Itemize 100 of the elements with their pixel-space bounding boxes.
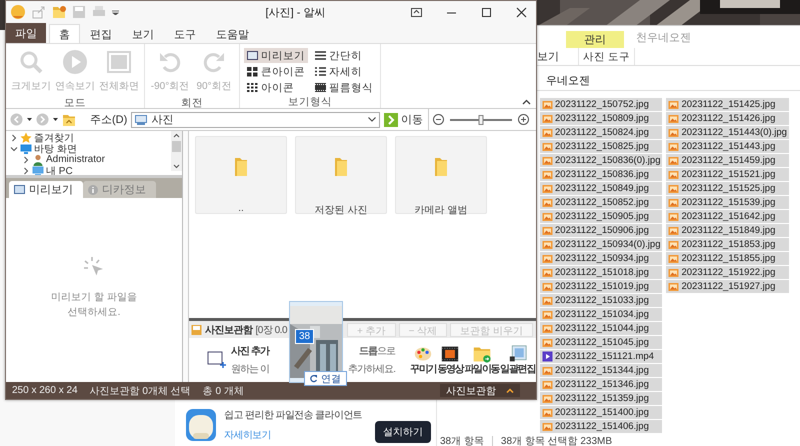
- address-label: 주소(D): [90, 113, 128, 127]
- file-item[interactable]: 20231122_150852.jpg: [540, 196, 662, 209]
- folder-tile[interactable]: ..: [195, 136, 287, 214]
- file-item[interactable]: 20231122_151400.jpg: [540, 406, 662, 419]
- expand-icon[interactable]: [10, 134, 18, 142]
- file-item[interactable]: 20231122_151018.jpg: [540, 266, 662, 279]
- file-item[interactable]: 20231122_151459.jpg: [666, 154, 789, 167]
- file-item[interactable]: 20231122_151642.jpg: [666, 210, 789, 223]
- tool-button[interactable]: 꾸미기: [410, 345, 436, 375]
- file-item[interactable]: 20231122_151044.jpg: [540, 322, 662, 335]
- view-option[interactable]: 간단히: [312, 48, 376, 63]
- file-item[interactable]: 20231122_151927.jpg: [666, 280, 789, 293]
- file-item[interactable]: 20231122_151019.jpg: [540, 280, 662, 293]
- new-folder-icon[interactable]: [52, 5, 66, 19]
- file-item[interactable]: 20231122_150905.jpg: [540, 210, 662, 223]
- file-item[interactable]: 20231122_151045.jpg: [540, 336, 662, 349]
- monitor-icon: [20, 142, 32, 154]
- file-item[interactable]: 20231122_151425.jpg: [666, 98, 789, 111]
- file-item[interactable]: 20231122_151521.jpg: [666, 168, 789, 181]
- file-item[interactable]: 20231122_150836.jpg: [540, 168, 662, 181]
- go-button[interactable]: 이동: [384, 109, 429, 130]
- file-item[interactable]: 20231122_150825.jpg: [540, 140, 662, 153]
- file-item[interactable]: 20231122_151855.jpg: [666, 252, 789, 265]
- file-item[interactable]: 20231122_150752.jpg: [540, 98, 662, 111]
- folder-tile[interactable]: 저장된 사진: [295, 136, 387, 214]
- file-item[interactable]: 20231122_150849.jpg: [540, 182, 662, 195]
- ribbon-tab[interactable]: 도구: [164, 24, 206, 43]
- view-option[interactable]: 미리보기: [244, 48, 308, 63]
- file-item[interactable]: 20231122_151443.jpg: [666, 140, 789, 153]
- chevron-up-icon: [506, 388, 514, 393]
- add-photo-icon[interactable]: [207, 351, 227, 369]
- window-title: [사진] - 알씨: [264, 6, 326, 20]
- file-item[interactable]: 20231122_150836(0).jpg: [540, 154, 662, 167]
- tree-item[interactable]: 내 PC: [46, 164, 73, 175]
- tree-item[interactable]: 바탕 화면: [34, 142, 77, 156]
- file-item[interactable]: 20231122_151525.jpg: [666, 182, 789, 195]
- tool-button[interactable]: 일괄편집: [500, 345, 535, 375]
- folder-up-icon[interactable]: [62, 113, 76, 126]
- zoom-in-icon[interactable]: [518, 114, 529, 125]
- file-item[interactable]: 20231122_151034.jpg: [540, 308, 662, 321]
- expand-icon[interactable]: [10, 144, 18, 152]
- image-file-icon: [542, 156, 553, 166]
- install-button[interactable]: 설치하기: [375, 420, 431, 442]
- view-option[interactable]: 자세히: [312, 64, 376, 79]
- image-file-icon: [668, 184, 680, 194]
- scrollbar[interactable]: [171, 131, 182, 171]
- expand-icon[interactable]: [22, 156, 30, 164]
- file-item[interactable]: 20231122_151853.jpg: [666, 238, 789, 251]
- file-item[interactable]: 20231122_151539.jpg: [666, 196, 789, 209]
- file-item[interactable]: 20231122_151346.jpg: [540, 378, 662, 391]
- tool-button[interactable]: 동영상: [437, 345, 464, 375]
- ribbon-tab[interactable]: 도움말: [206, 24, 259, 43]
- image-file-icon: [542, 380, 553, 390]
- dropdown-icon[interactable]: [368, 117, 376, 122]
- status-text: 사진보관함 0개체 선택: [90, 384, 191, 398]
- view-option[interactable]: 아이콘: [244, 80, 308, 95]
- pane-tab[interactable]: 미리보기: [9, 181, 83, 198]
- dropdown-icon[interactable]: [112, 10, 119, 14]
- zoom-out-icon[interactable]: [433, 114, 444, 125]
- image-file-icon: [668, 156, 680, 166]
- link-icon: [310, 374, 318, 383]
- dropdown-icon[interactable]: [53, 118, 58, 122]
- file-item[interactable]: 20231122_151406.jpg: [540, 420, 662, 433]
- ribbon-tab[interactable]: 보기: [122, 24, 164, 43]
- file-item[interactable]: 20231122_150809.jpg: [540, 112, 662, 125]
- slider-thumb[interactable]: [478, 114, 484, 124]
- collapse-icon[interactable]: [522, 99, 531, 105]
- ribbon-tab[interactable]: 편집: [80, 24, 122, 43]
- file-item[interactable]: 20231122_150934.jpg: [540, 252, 662, 265]
- dropdown-icon[interactable]: [27, 118, 32, 122]
- tool-button[interactable]: 파일이동: [464, 345, 500, 375]
- file-item[interactable]: 20231122_151359.jpg: [540, 392, 662, 405]
- file-item[interactable]: 20231122_151426.jpg: [666, 112, 789, 125]
- view-option[interactable]: 큰아이콘: [244, 64, 308, 79]
- app-icon[interactable]: [10, 4, 26, 20]
- image-file-icon: [542, 408, 553, 418]
- file-item[interactable]: 20231122_150824.jpg: [540, 126, 662, 139]
- file-item[interactable]: 20231122_151121.mp4: [540, 350, 662, 363]
- expand-icon[interactable]: [22, 166, 30, 174]
- file-item[interactable]: 20231122_151033.jpg: [540, 294, 662, 307]
- ribbon-tab[interactable]: 보기: [534, 48, 562, 65]
- file-tab[interactable]: 파일: [6, 23, 46, 43]
- grid-icon: [247, 66, 258, 77]
- file-item[interactable]: 20231122_151922.jpg: [666, 266, 789, 279]
- file-item[interactable]: 20231122_151849.jpg: [666, 224, 789, 237]
- file-item[interactable]: 20231122_150906.jpg: [540, 224, 662, 237]
- view-option[interactable]: 필름형식: [312, 80, 376, 95]
- file-item[interactable]: 20231122_150934(0).jpg: [540, 238, 662, 251]
- ribbon-tab[interactable]: 홈: [49, 24, 80, 43]
- address-field[interactable]: 사진: [131, 112, 380, 128]
- tree-item[interactable]: Administrator: [46, 154, 105, 165]
- film-strip-icon: [441, 345, 460, 363]
- image-file-icon: [542, 142, 553, 152]
- file-item[interactable]: 20231122_151443(0).jpg: [666, 126, 789, 139]
- ribbon-tab[interactable]: 사진 도구: [578, 48, 635, 65]
- image-file-icon: [542, 198, 553, 208]
- folder-tile[interactable]: 카메라 앨범: [395, 136, 487, 214]
- tree-item[interactable]: 즐겨찾기: [34, 131, 74, 144]
- album-tab[interactable]: 사진보관함: [440, 384, 520, 397]
- file-item[interactable]: 20231122_151344.jpg: [540, 364, 662, 377]
